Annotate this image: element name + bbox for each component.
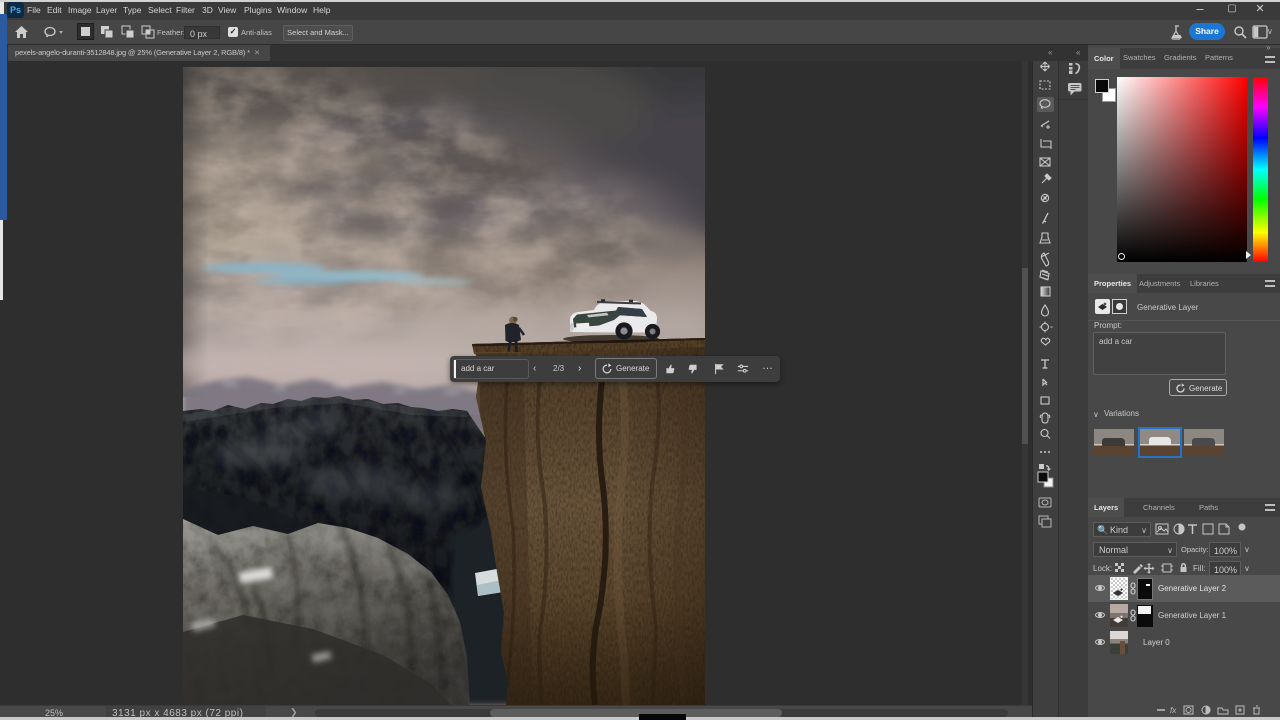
svg-text:fx: fx: [1170, 706, 1177, 715]
